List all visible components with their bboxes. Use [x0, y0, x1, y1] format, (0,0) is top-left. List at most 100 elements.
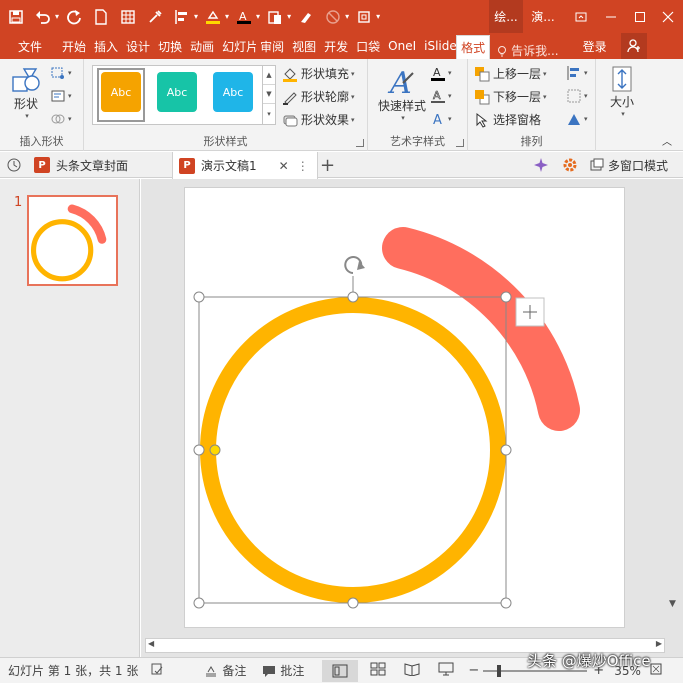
edit-shape-button[interactable]: ▾ — [50, 65, 72, 81]
text-box-button[interactable]: ▾ — [50, 88, 72, 104]
size-button[interactable]: 大小 ▾ — [606, 65, 638, 118]
fill-color-icon[interactable] — [201, 5, 225, 29]
qat-customize-icon[interactable]: ▾ — [376, 12, 380, 21]
undo-icon[interactable] — [31, 5, 55, 29]
text-outline-button[interactable]: A ▾ — [430, 88, 452, 104]
scroll-right-icon[interactable]: ▶ — [656, 639, 662, 648]
bring-forward-button[interactable]: 上移一层 ▾ — [474, 65, 547, 82]
font-color-dropdown-icon[interactable]: ▾ — [256, 12, 260, 21]
slide-thumbnail[interactable] — [27, 195, 118, 286]
shape-styles-launcher-icon[interactable] — [356, 139, 364, 147]
new-file-icon[interactable] — [89, 5, 113, 29]
shapes-icon — [12, 68, 40, 92]
group-objects-button[interactable]: ▾ — [566, 88, 588, 104]
wordart-launcher-icon[interactable] — [456, 139, 464, 147]
disabled-tool-icon[interactable] — [321, 5, 345, 29]
tab-menu-icon[interactable]: ⋮ — [297, 159, 309, 173]
crop-icon[interactable] — [352, 5, 376, 29]
merge-shapes-button[interactable]: ▾ — [50, 111, 72, 127]
shape-style-preset-teal[interactable]: Abc — [157, 72, 197, 112]
tab-file[interactable]: 文件 — [0, 33, 58, 59]
layout-options-icon[interactable] — [515, 297, 545, 327]
settings-gear-icon[interactable] — [562, 152, 578, 178]
text-effects-button[interactable]: A ▾ — [430, 111, 452, 127]
fill-dropdown-icon[interactable]: ▾ — [225, 12, 229, 21]
normal-view-icon[interactable] — [322, 659, 359, 682]
adjust-handle[interactable] — [209, 444, 221, 456]
shape-effects-button[interactable]: 形状效果 ▾ — [282, 111, 355, 128]
tell-me-box[interactable]: 告诉我... — [490, 42, 564, 59]
tab-home[interactable]: 开始 — [58, 33, 90, 59]
undo-dropdown-icon[interactable]: ▾ — [55, 12, 59, 21]
tab-view[interactable]: 视图 — [288, 33, 320, 59]
disabled-tool-dropdown-icon[interactable]: ▾ — [345, 12, 349, 21]
tab-animations[interactable]: 动画 — [186, 33, 218, 59]
align-dropdown-icon[interactable]: ▾ — [194, 12, 198, 21]
tab-format[interactable]: 格式 — [456, 35, 491, 59]
quick-access-toolbar: ▾ ▾ ▾ A ▾ ▾ ▾ ▾ — [0, 5, 383, 29]
slideshow-view-icon[interactable] — [438, 662, 454, 679]
multi-window-button[interactable]: 多窗口模式 — [590, 152, 668, 178]
gallery-more-icon[interactable]: ▾ — [263, 104, 275, 123]
collapse-ribbon-icon[interactable]: ︿ — [662, 133, 672, 148]
tab-islide[interactable]: iSlide — [420, 33, 456, 59]
tab-design[interactable]: 设计 — [122, 33, 154, 59]
shape-outline-button[interactable]: 形状轮廓 ▾ — [282, 88, 355, 105]
align-icon[interactable] — [170, 5, 194, 29]
gallery-down-icon[interactable]: ▼ — [263, 85, 275, 104]
shape-style-preset-orange[interactable]: Abc — [101, 72, 141, 112]
vertical-scroll-icon[interactable]: ▼ — [669, 599, 676, 609]
selection-pane-button[interactable]: 选择窗格 — [474, 111, 541, 128]
maximize-icon[interactable] — [625, 0, 655, 33]
format-painter-icon[interactable] — [294, 5, 318, 29]
slide-sorter-view-icon[interactable] — [370, 662, 386, 679]
tab-transitions[interactable]: 切换 — [154, 33, 186, 59]
tab-insert[interactable]: 插入 — [90, 33, 122, 59]
rotate-objects-icon — [568, 114, 580, 125]
comments-button[interactable]: 批注 — [262, 662, 304, 679]
send-backward-button[interactable]: 下移一层 ▾ — [474, 88, 547, 105]
zoom-out-icon[interactable]: − — [468, 663, 479, 678]
tab-slideshow[interactable]: 幻灯片 — [218, 33, 256, 59]
tab-pocket[interactable]: 口袋 — [352, 33, 384, 59]
text-fill-button[interactable]: A ▾ — [430, 65, 452, 81]
shape-style-preset-blue[interactable]: Abc — [213, 72, 253, 112]
resize-handles[interactable] — [193, 291, 512, 609]
new-tab-icon[interactable]: + — [320, 152, 335, 178]
ribbon-display-icon[interactable] — [566, 0, 596, 33]
login-button[interactable]: 登录 — [573, 33, 617, 59]
doc-tab-cover[interactable]: P 头条文章封面 — [34, 152, 172, 178]
paste-dropdown-icon[interactable]: ▾ — [287, 12, 291, 21]
tab-list-icon[interactable] — [6, 152, 22, 178]
tab-onenote[interactable]: OneI — [384, 33, 420, 59]
tab-developer[interactable]: 开发 — [320, 33, 352, 59]
align-objects-button[interactable]: ▾ — [566, 65, 588, 81]
ribbon-tabs: 文件 开始 插入 设计 切换 动画 幻灯片 审阅 视图 开发 口袋 OneI i… — [0, 33, 683, 59]
table-icon[interactable] — [116, 5, 140, 29]
orange-circle-shape[interactable] — [200, 297, 506, 603]
reading-view-icon[interactable] — [404, 662, 420, 679]
magic-icon[interactable] — [533, 152, 549, 178]
eyedropper-icon[interactable] — [143, 5, 167, 29]
slide-canvas[interactable] — [184, 187, 625, 628]
spellcheck-icon[interactable] — [150, 662, 164, 679]
shapes-button[interactable]: 形状 ▾ — [8, 65, 44, 120]
notes-button[interactable]: 备注 — [204, 662, 246, 679]
font-color-icon[interactable]: A — [232, 5, 256, 29]
shape-fill-button[interactable]: 形状填充 ▾ — [282, 65, 355, 82]
size-icon — [612, 66, 632, 92]
close-icon[interactable] — [653, 0, 683, 33]
quick-styles-button[interactable]: A 快速样式 ▾ — [374, 65, 430, 122]
rotate-objects-button[interactable]: ▾ — [566, 111, 588, 127]
close-tab-icon[interactable]: ✕ — [279, 159, 289, 173]
minimize-icon[interactable] — [596, 0, 626, 33]
doc-tab-presentation1[interactable]: P 演示文稿1 ✕ ⋮ — [172, 152, 318, 179]
save-icon[interactable] — [4, 5, 28, 29]
gallery-up-icon[interactable]: ▲ — [263, 66, 275, 85]
redo-icon[interactable] — [62, 5, 86, 29]
scroll-left-icon[interactable]: ◀ — [148, 639, 154, 648]
paste-icon[interactable] — [263, 5, 287, 29]
rotate-handle-icon[interactable] — [344, 256, 365, 274]
share-icon[interactable] — [620, 33, 647, 59]
tab-review[interactable]: 审阅 — [256, 33, 288, 59]
